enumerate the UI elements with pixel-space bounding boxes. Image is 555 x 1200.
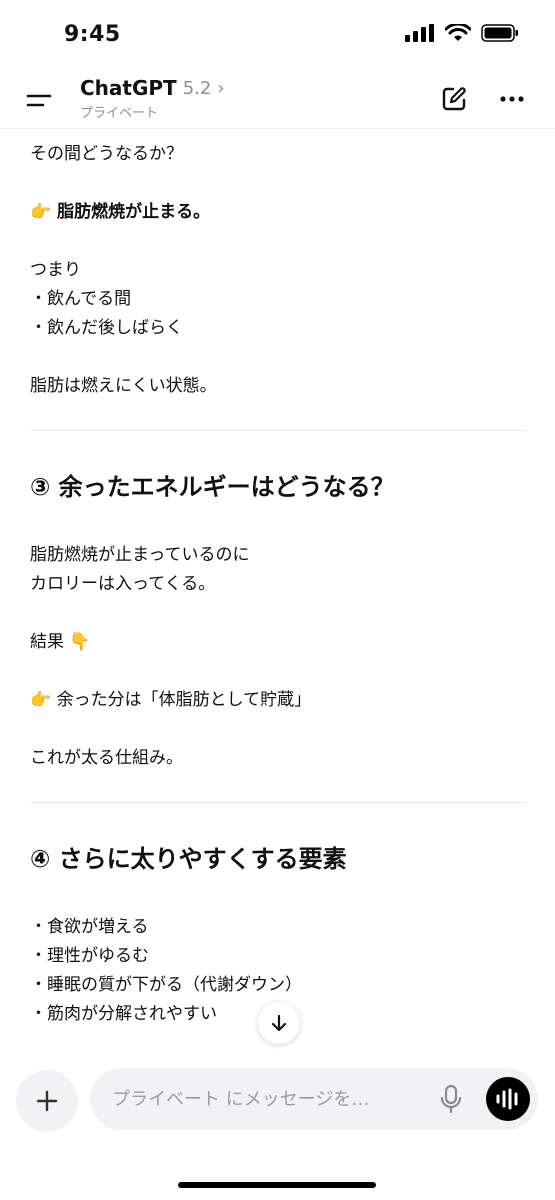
pointing-right-emoji: 👉 xyxy=(30,202,52,222)
text-line: つまり xyxy=(30,260,81,280)
message-paragraph: 結果 👇 xyxy=(30,628,526,657)
battery-icon xyxy=(481,24,518,42)
text-line: 脂肪燃焼が止まっているのに xyxy=(30,545,250,565)
plus-icon xyxy=(36,1090,58,1112)
message-paragraph: つまり ・飲んでる間 ・飲んだ後しばらく xyxy=(30,256,526,343)
menu-icon xyxy=(26,94,52,107)
list-item: ・理性がゆるむ xyxy=(30,946,149,966)
status-bar: 9:45 xyxy=(0,0,555,70)
message-paragraph: 脂肪は燃えにくい状態。 xyxy=(30,376,217,396)
paragraph-text: 余った分は「体脂肪として貯蔵」 xyxy=(56,690,312,710)
composer xyxy=(0,1060,555,1200)
text-line: ・飲んだ後しばらく xyxy=(30,318,183,338)
arrow-down-icon xyxy=(271,1014,287,1032)
section-heading: ④ さらに太りやすくする要素 xyxy=(30,845,347,873)
list-item: ・睡眠の質が下がる（代謝ダウン） xyxy=(30,975,302,995)
more-options-button[interactable] xyxy=(497,84,527,114)
list-item: ・食欲が増える xyxy=(30,917,149,937)
attach-button[interactable] xyxy=(16,1070,78,1132)
result-label: 結果 xyxy=(30,632,64,652)
assistant-message: その間どうなるか？ 👉 脂肪燃焼が止まる。 つまり ・飲んでる間 ・飲んだ後しば… xyxy=(30,140,526,1058)
chat-mode-subtitle: プライベート xyxy=(80,106,159,121)
signal-icon xyxy=(405,24,434,42)
pointing-down-emoji: 👇 xyxy=(69,632,91,652)
message-paragraph-emphasis: 👉 脂肪燃焼が止まる。 xyxy=(30,198,526,227)
chevron-right-icon: › xyxy=(217,77,225,99)
app-title: ChatGPT xyxy=(80,76,177,100)
divider xyxy=(30,802,526,803)
new-chat-button[interactable] xyxy=(439,84,469,114)
scroll-to-bottom-button[interactable] xyxy=(258,1002,300,1044)
text-line: ・飲んでる間 xyxy=(30,289,132,309)
text-line: カロリーは入ってくる。 xyxy=(30,574,216,594)
message-input[interactable] xyxy=(110,1083,414,1115)
model-version: 5.2 xyxy=(182,77,212,99)
chat-header: ChatGPT 5.2 › プライベート xyxy=(0,70,555,129)
wifi-icon xyxy=(445,24,471,41)
voice-mode-button[interactable] xyxy=(486,1077,530,1121)
more-icon xyxy=(500,96,524,102)
emphasis-text: 脂肪燃焼が止まる。 xyxy=(57,202,211,222)
microphone-icon xyxy=(440,1084,462,1114)
pointing-right-emoji: 👉 xyxy=(30,690,52,710)
status-time: 9:45 xyxy=(64,22,121,47)
divider xyxy=(30,430,526,431)
message-paragraph: これが太る仕組み。 xyxy=(30,748,183,768)
status-icons xyxy=(405,24,519,42)
message-input-container xyxy=(90,1068,538,1130)
model-selector[interactable]: ChatGPT 5.2 › プライベート xyxy=(80,76,225,121)
message-paragraph: 👉 余った分は「体脂肪として貯蔵」 xyxy=(30,686,526,715)
compose-icon xyxy=(442,87,466,111)
home-indicator xyxy=(178,1182,376,1188)
dictation-button[interactable] xyxy=(436,1083,466,1115)
message-paragraph: 脂肪燃焼が止まっているのに カロリーは入ってくる。 xyxy=(30,541,526,599)
menu-button[interactable] xyxy=(24,84,56,116)
section-heading: ③ 余ったエネルギーはどうなる？ xyxy=(30,473,395,501)
message-paragraph: その間どうなるか？ xyxy=(30,144,183,164)
voice-mode-icon xyxy=(496,1088,518,1110)
